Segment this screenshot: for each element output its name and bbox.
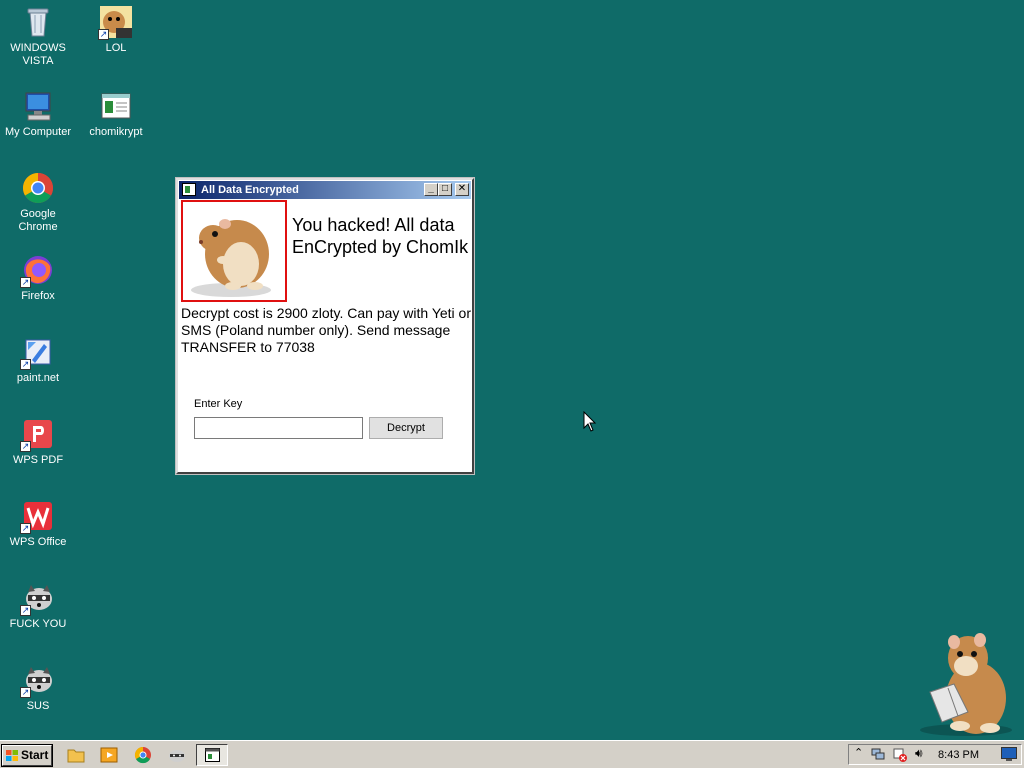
desktop-icon-label: FUCK YOU: [9, 618, 67, 630]
windows-logo-icon: [6, 750, 18, 761]
paintnet-icon: ↗: [20, 336, 54, 370]
desktop-icon-label: LOL: [105, 42, 127, 54]
wps-office-icon: ↗: [20, 500, 54, 534]
clock[interactable]: 8:43 PM: [938, 749, 979, 761]
app-window-icon: [205, 748, 220, 762]
desktop-icon-chomikrypt[interactable]: chomikrypt: [78, 90, 154, 139]
shortcut-arrow-icon: ↗: [98, 29, 109, 40]
app-window-icon: [182, 183, 196, 196]
desktop-icon-label: chomikrypt: [89, 126, 143, 138]
shortcut-arrow-icon: ↗: [20, 277, 31, 288]
mouse-cursor-icon: [583, 411, 597, 432]
computer-icon: [22, 90, 54, 122]
desktop-icon-label: paint.net: [16, 372, 60, 384]
desktop-icon-sus[interactable]: ↗ SUS: [0, 664, 76, 713]
hamster-image: [181, 200, 287, 302]
minimize-button[interactable]: _: [424, 183, 438, 196]
desktop-icon-google-chrome[interactable]: Google Chrome: [0, 172, 76, 234]
window-titlebar[interactable]: All Data Encrypted _ □ ✕: [179, 181, 471, 199]
desktop-icon-label: WINDOWS VISTA: [10, 42, 66, 67]
desktop-icon-paint-net[interactable]: ↗ paint.net: [0, 336, 76, 385]
raccoon-icon: ↗: [20, 664, 54, 698]
ransom-window: All Data Encrypted _ □ ✕ You hacked! All…: [175, 177, 475, 475]
window-body: You hacked! All data EnCrypted by ChomIk…: [180, 200, 471, 470]
window-title: All Data Encrypted: [201, 184, 299, 196]
maximize-button[interactable]: □: [438, 183, 452, 196]
tray-expand-icon[interactable]: ⌃: [854, 746, 863, 759]
chrome-icon: [22, 172, 54, 204]
key-input[interactable]: [194, 417, 363, 439]
hamster-box-icon: ↗: [98, 6, 132, 40]
desktop-icon-label: WPS PDF: [12, 454, 64, 466]
shortcut-arrow-icon: ↗: [20, 523, 31, 534]
media-player-icon[interactable]: [100, 746, 118, 764]
desktop-icon-label: My Computer: [4, 126, 72, 138]
wps-pdf-icon: ↗: [20, 418, 54, 452]
ransom-message: Decrypt cost is 2900 zloty. Can pay with…: [181, 305, 471, 355]
hamster-reading-image: [920, 633, 1012, 736]
program-window-icon: [100, 90, 132, 122]
shortcut-arrow-icon: ↗: [20, 359, 31, 370]
network-icon[interactable]: [871, 748, 885, 761]
security-warning-icon[interactable]: [893, 748, 907, 762]
desktop-icon-wps-office[interactable]: ↗ WPS Office: [0, 500, 76, 549]
show-desktop-icon[interactable]: [1001, 747, 1017, 761]
volume-icon[interactable]: 🔊︎: [915, 746, 923, 761]
close-button[interactable]: ✕: [455, 183, 469, 196]
desktop-icon-label: SUS: [26, 700, 50, 712]
ransom-headline: You hacked! All data EnCrypted by ChomIk: [292, 215, 469, 257]
recycle-bin-icon: [22, 6, 54, 38]
desktop-icon-my-computer[interactable]: My Computer: [0, 90, 76, 139]
taskbar: Start ⌃ 🔊︎ 8:43 PM: [0, 740, 1024, 768]
desktop-icon-label: Google Chrome: [18, 208, 58, 233]
shortcut-arrow-icon: ↗: [20, 605, 31, 616]
key-label: Enter Key: [194, 398, 243, 410]
start-button[interactable]: Start: [1, 744, 53, 767]
raccoon-icon: ↗: [20, 582, 54, 616]
desktop-icon-lol[interactable]: ↗ LOL: [78, 6, 154, 55]
chrome-icon[interactable]: [134, 746, 152, 764]
decrypt-button[interactable]: Decrypt: [369, 417, 443, 439]
desktop-icon-wps-pdf[interactable]: ↗ WPS PDF: [0, 418, 76, 467]
taskbar-active-window-button[interactable]: [196, 744, 228, 766]
start-label: Start: [21, 748, 49, 762]
raccoon-icon[interactable]: [168, 746, 186, 764]
desktop-icon-label: WPS Office: [9, 536, 67, 548]
shortcut-arrow-icon: ↗: [20, 687, 31, 698]
desktop-icon-fuck-you[interactable]: ↗ FUCK YOU: [0, 582, 76, 631]
folder-icon[interactable]: [67, 746, 85, 764]
firefox-icon: ↗: [20, 254, 54, 288]
desktop-icon-firefox[interactable]: ↗ Firefox: [0, 254, 76, 303]
desktop-icon-label: Firefox: [21, 290, 55, 302]
shortcut-arrow-icon: ↗: [20, 441, 31, 452]
system-tray: ⌃ 🔊︎ 8:43 PM: [848, 744, 1022, 765]
desktop-icon-windows-vista[interactable]: WINDOWS VISTA: [0, 6, 76, 68]
